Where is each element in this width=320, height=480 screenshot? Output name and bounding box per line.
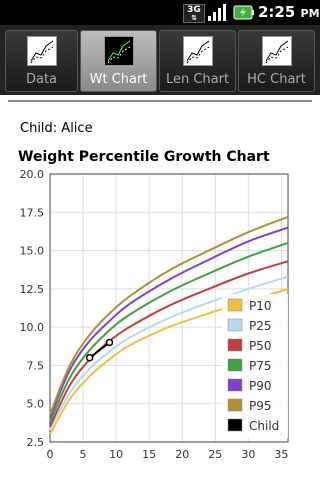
tab-hc-chart[interactable]: HC Chart <box>238 30 315 92</box>
legend-label-child: Child <box>249 419 279 433</box>
clock-time: 2:25 <box>258 3 296 21</box>
tab-label: Wt Chart <box>89 72 148 87</box>
legend-swatch-p90 <box>227 378 243 392</box>
legend-label-p75: P75 <box>249 359 272 373</box>
divider <box>8 100 312 102</box>
x-tick-label: 0 <box>47 448 54 461</box>
legend-label-p90: P90 <box>249 379 272 393</box>
battery-charging-icon <box>233 4 255 21</box>
signal-strength-icon <box>206 4 228 21</box>
y-tick-label: 5.0 <box>27 398 45 411</box>
chart-thumbnail-icon <box>261 36 292 66</box>
chart-thumbnail-icon <box>182 36 213 66</box>
child-data-point <box>105 338 114 347</box>
y-tick-label: 7.5 <box>27 359 45 372</box>
child-name-label: Child: Alice <box>20 121 93 136</box>
x-tick-label: 10 <box>109 448 123 461</box>
chart-title: Weight Percentile Growth Chart <box>18 149 270 165</box>
legend-label-p95: P95 <box>249 399 272 413</box>
y-tick-label: 12.5 <box>20 283 45 296</box>
tab-data[interactable]: Data <box>5 30 78 92</box>
chart-thumbnail-icon <box>26 36 57 66</box>
tab-label: HC Chart <box>247 72 306 87</box>
x-tick-label: 15 <box>142 448 156 461</box>
child-data-point <box>85 354 94 362</box>
y-tick-label: 17.5 <box>20 206 45 219</box>
tab-wt-chart[interactable]: Wt Chart <box>80 30 157 92</box>
legend-swatch-p75 <box>227 358 243 372</box>
clock-ampm: PM <box>300 7 320 20</box>
network-3g-icon: 3G ⇅ <box>183 4 205 23</box>
y-tick-label: 15.0 <box>20 245 45 258</box>
legend-swatch-p50 <box>227 338 243 352</box>
legend-label-p25: P25 <box>249 319 272 333</box>
clock: 2:25 PM <box>258 3 320 21</box>
legend-label-p50: P50 <box>249 339 272 353</box>
legend-swatch-p95 <box>227 398 243 412</box>
y-tick-label: 2.5 <box>27 436 45 449</box>
legend-label-p10: P10 <box>249 299 272 313</box>
chart-thumbnail-icon <box>103 36 134 66</box>
x-tick-label: 30 <box>241 448 255 461</box>
legend-swatch-p10 <box>227 298 243 312</box>
x-tick-label: 35 <box>274 448 288 461</box>
tab-len-chart[interactable]: Len Chart <box>159 30 236 92</box>
y-tick-label: 10.0 <box>20 321 45 334</box>
x-tick-label: 20 <box>175 448 189 461</box>
x-tick-label: 5 <box>80 448 87 461</box>
x-tick-label: 25 <box>208 448 222 461</box>
status-bar: 3G ⇅ 2:25 PM <box>0 0 320 25</box>
weight-percentile-chart: 0 5 10 15 20 25 30 35 2.5 5.0 7.5 10.0 12.5 15.0 17.5 2… <box>20 168 289 461</box>
tab-label: Len Chart <box>165 72 230 87</box>
legend-swatch-child <box>227 418 243 432</box>
tab-label: Data <box>25 72 58 87</box>
network-type-label: 3G <box>187 4 201 15</box>
y-tick-label: 20.0 <box>20 168 45 181</box>
legend-swatch-p25 <box>227 318 243 332</box>
